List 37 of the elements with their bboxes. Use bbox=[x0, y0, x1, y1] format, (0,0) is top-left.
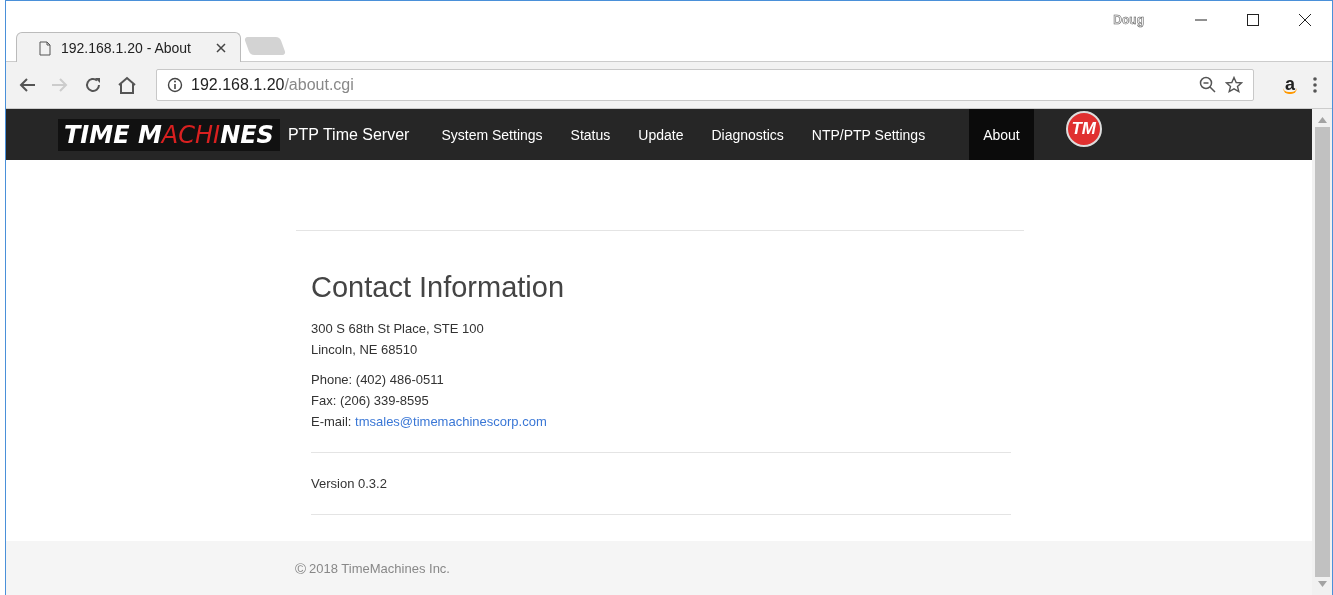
url-text: 192.168.1.20/about.cgi bbox=[191, 76, 354, 94]
browser-tab[interactable]: 192.168.1.20 - About bbox=[16, 32, 241, 63]
nav-link[interactable]: System Settings bbox=[427, 109, 557, 160]
info-icon bbox=[167, 77, 183, 93]
logo[interactable]: TIME MACHINES bbox=[58, 118, 280, 151]
more-menu-icon[interactable] bbox=[1312, 76, 1318, 94]
scrollbar[interactable] bbox=[1312, 109, 1332, 595]
address-bar[interactable]: 192.168.1.20/about.cgi bbox=[156, 69, 1254, 101]
address-line: Lincoln, NE 68510 bbox=[311, 341, 419, 359]
fax-text: Fax: (206) 339-8595 bbox=[311, 392, 430, 410]
email-label: E-mail: bbox=[311, 414, 352, 429]
back-arrow-icon[interactable] bbox=[18, 77, 36, 93]
product-name[interactable]: PTP Time Server bbox=[287, 125, 410, 144]
nav-link[interactable]: NTP/PTP Settings bbox=[797, 109, 940, 160]
address-line: 300 S 68th St Place, STE 100 bbox=[311, 320, 485, 338]
extension-button[interactable]: a bbox=[1283, 76, 1297, 94]
copyright-text: 2018 TimeMachines Inc. bbox=[309, 560, 450, 576]
tab-title: 192.168.1.20 - About bbox=[61, 40, 192, 56]
close-icon[interactable] bbox=[216, 43, 226, 53]
home-icon[interactable] bbox=[117, 76, 137, 94]
email-link[interactable]: tmsales@timemachinescorp.com bbox=[355, 414, 547, 429]
nav-link[interactable]: About bbox=[969, 109, 1034, 160]
close-icon[interactable] bbox=[1298, 13, 1312, 27]
version-text: Version 0.3.2 bbox=[311, 475, 388, 493]
nav-link[interactable]: Status bbox=[556, 109, 625, 160]
zoom-out-icon[interactable] bbox=[1199, 76, 1217, 94]
brand-badge: TM bbox=[1065, 110, 1102, 147]
section-heading: Contact Information bbox=[311, 271, 566, 304]
scroll-thumb[interactable] bbox=[1314, 127, 1330, 577]
phone-text: Phone: (402) 486-0511 bbox=[311, 371, 445, 389]
page-icon bbox=[39, 40, 51, 56]
star-icon[interactable] bbox=[1225, 76, 1243, 94]
nav-link[interactable]: Update bbox=[624, 109, 698, 160]
nav-link[interactable]: Diagnostics bbox=[697, 109, 798, 160]
reload-icon[interactable] bbox=[84, 76, 102, 94]
copyright-icon: © bbox=[295, 559, 307, 577]
maximize-icon[interactable] bbox=[1246, 13, 1260, 27]
